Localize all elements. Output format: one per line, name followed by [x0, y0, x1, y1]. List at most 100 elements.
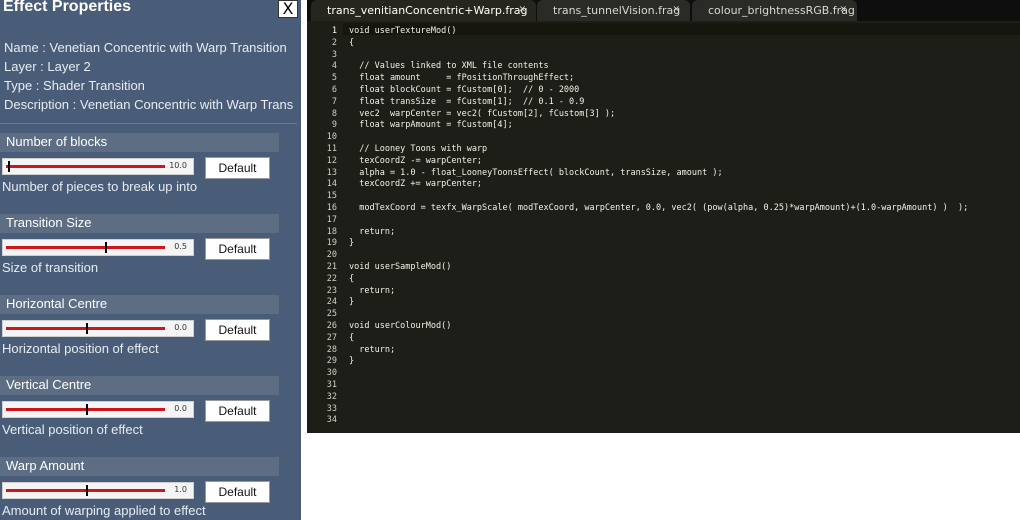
- section-title: Horizontal Centre: [6, 296, 108, 311]
- slider-value: 1.0: [174, 485, 187, 494]
- code-line: }: [349, 297, 355, 308]
- tab-label: colour_brightnessRGB.frag: [708, 4, 855, 17]
- slider-thumb[interactable]: [105, 242, 108, 253]
- tab-close-icon[interactable]: ✕: [518, 0, 526, 21]
- line-number: 8: [331, 108, 337, 119]
- line-number: 20: [326, 250, 337, 261]
- line-number: 13: [326, 167, 337, 178]
- code-line: return;: [349, 285, 396, 296]
- line-number: 32: [326, 391, 337, 402]
- line-number: 1: [331, 26, 337, 36]
- slider-thumb[interactable]: [8, 161, 11, 172]
- line-number: 6: [331, 85, 337, 95]
- number-of-blocks-slider[interactable]: 10.0: [2, 158, 194, 175]
- code-line: modTexCoord = texfx_WarpScale( modTexCoo…: [349, 203, 969, 213]
- section-title: Warp Amount: [6, 458, 85, 473]
- line-number: 22: [326, 273, 337, 284]
- code-line: return;: [349, 226, 396, 237]
- code-line: void userColourMod(): [349, 321, 452, 331]
- code-editor: trans_venitianConcentric+Warp.frag ✕ tra…: [307, 0, 1020, 433]
- horizontal-centre-default-button[interactable]: Default: [205, 319, 270, 341]
- line-number: 9: [331, 120, 337, 131]
- line-number: 29: [326, 356, 337, 367]
- effect-layer: Layer : Layer 2: [4, 59, 91, 74]
- slider-value: 0.0: [174, 323, 187, 332]
- line-number: 7: [331, 96, 337, 107]
- tab-close-icon[interactable]: ✕: [672, 0, 680, 21]
- slider-value: 0.5: [174, 242, 187, 251]
- tab-close-icon[interactable]: ✕: [839, 0, 847, 21]
- panel-title: Effect Properties: [3, 0, 132, 15]
- line-number: 15: [326, 191, 337, 202]
- section-description: Amount of warping applied to effect: [2, 503, 206, 518]
- code-line: {: [349, 273, 355, 284]
- effect-name: Name : Venetian Concentric with Warp Tra…: [4, 40, 287, 55]
- line-number: 28: [326, 344, 337, 355]
- line-number: 26: [326, 321, 337, 331]
- section-description: Vertical position of effect: [2, 422, 143, 437]
- line-number: 23: [326, 285, 337, 296]
- code-line: }: [349, 238, 355, 249]
- line-number: 16: [326, 203, 337, 213]
- section-title: Transition Size: [6, 215, 92, 230]
- section-description: Horizontal position of effect: [2, 341, 159, 356]
- line-number: 5: [331, 73, 337, 84]
- line-number: 33: [326, 403, 337, 414]
- horizontal-centre-slider[interactable]: 0.0: [2, 320, 194, 337]
- panel-divider: [0, 123, 297, 124]
- line-number: 27: [326, 332, 337, 343]
- code-line: {: [349, 37, 355, 48]
- effect-description: Description : Venetian Concentric with W…: [4, 97, 294, 112]
- line-number: 10: [326, 132, 337, 143]
- line-number: 18: [326, 226, 337, 237]
- line-number: 31: [326, 380, 337, 390]
- tab-trans-tunnelvision-frag[interactable]: trans_tunnelVision.frag ✕: [537, 0, 690, 21]
- effect-properties-panel: Effect Properties X Name : Venetian Conc…: [0, 0, 301, 520]
- tab-colour-brightnessrgb-frag[interactable]: colour_brightnessRGB.frag ✕: [692, 0, 857, 21]
- code-line: }: [349, 356, 355, 367]
- slider-thumb[interactable]: [86, 404, 89, 415]
- slider-track: [6, 246, 165, 249]
- section-title: Number of blocks: [6, 134, 108, 149]
- panel-titlebar: Effect Properties X: [0, 0, 301, 20]
- effect-type: Type : Shader Transition: [4, 78, 145, 93]
- code-line: float transSize = fCustom[1]; // 0.1 - 0…: [349, 96, 585, 107]
- section-description: Number of pieces to break up into: [2, 179, 198, 194]
- section-header-transition-size: Transition Size: [0, 214, 279, 233]
- slider-value: 0.0: [174, 404, 187, 413]
- slider-value: 10.0: [169, 161, 187, 170]
- editor-tab-bar: trans_venitianConcentric+Warp.frag ✕ tra…: [307, 0, 1020, 21]
- vertical-centre-slider[interactable]: 0.0: [2, 401, 194, 418]
- code-line: vec2 warpCenter = vec2( fCustom[2], fCus…: [349, 108, 616, 119]
- line-number: 25: [326, 309, 337, 320]
- slider-thumb[interactable]: [86, 323, 89, 334]
- line-number: 17: [326, 214, 337, 225]
- line-number: 34: [326, 415, 337, 426]
- close-button[interactable]: X: [278, 0, 298, 18]
- line-number: 11: [326, 144, 337, 154]
- transition-size-slider[interactable]: 0.5: [2, 239, 194, 256]
- warp-amount-default-button[interactable]: Default: [205, 481, 270, 503]
- warp-amount-slider[interactable]: 1.0: [2, 482, 194, 499]
- section-header-warp-amount: Warp Amount: [0, 457, 279, 476]
- code-line: {: [349, 332, 355, 343]
- line-number: 14: [326, 179, 337, 190]
- section-title: Vertical Centre: [6, 377, 92, 392]
- section-header-number-of-blocks: Number of blocks: [0, 133, 279, 152]
- code-line: return;: [349, 344, 396, 355]
- section-description: Size of transition: [2, 260, 99, 275]
- slider-thumb[interactable]: [86, 485, 89, 496]
- code-line: texCoordZ += warpCenter;: [349, 179, 483, 190]
- section-header-horizontal-centre: Horizontal Centre: [0, 295, 279, 314]
- code-line: float amount = fPositionThroughEffect;: [349, 73, 575, 84]
- transition-size-default-button[interactable]: Default: [205, 238, 270, 260]
- slider-track: [6, 165, 165, 168]
- number-of-blocks-default-button[interactable]: Default: [205, 157, 270, 179]
- vertical-centre-default-button[interactable]: Default: [205, 400, 270, 422]
- code-line: // Values linked to XML file contents: [349, 61, 549, 72]
- tab-trans-venitianconcentric-warp-frag[interactable]: trans_venitianConcentric+Warp.frag ✕: [311, 0, 536, 21]
- code-line: float blockCount = fCustom[0]; // 0 - 20…: [349, 85, 580, 95]
- section-header-vertical-centre: Vertical Centre: [0, 376, 279, 395]
- line-number-gutter: 1 2 3 4 5 6 7 8 9 10 11 12 13 14 15 16 17 18 19 20 21 22 23 24 2…: [307, 21, 343, 433]
- code-line: float warpAmount = fCustom[4];: [349, 120, 513, 131]
